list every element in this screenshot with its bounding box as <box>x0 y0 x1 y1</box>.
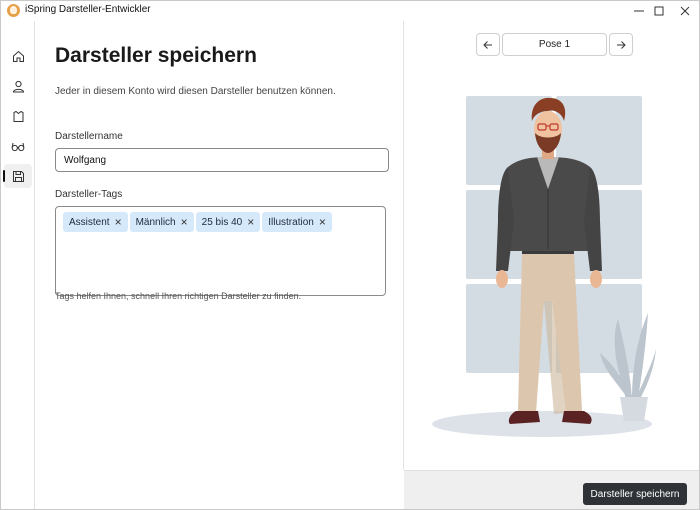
remove-tag-icon[interactable]: × <box>319 216 326 228</box>
tag-label: Assistent <box>69 216 110 228</box>
app-window: iSpring Darsteller-Entwickler Darsteller… <box>0 0 700 510</box>
glasses-icon <box>11 142 25 151</box>
person-icon <box>12 80 24 92</box>
shirt-icon <box>13 110 23 122</box>
character-preview <box>404 81 699 461</box>
sidebar-item-clothing[interactable] <box>4 104 32 128</box>
sidebar-item-person[interactable] <box>4 74 32 98</box>
next-pose-button[interactable] <box>609 33 633 56</box>
remove-tag-icon[interactable]: × <box>181 216 188 228</box>
character-name-input[interactable] <box>55 148 389 172</box>
preview-footer: Darsteller speichern <box>404 470 699 509</box>
sidebar-item-save[interactable] <box>3 164 32 188</box>
arrow-left-icon <box>483 40 492 49</box>
character-illustration <box>432 96 656 437</box>
remove-tag-icon[interactable]: × <box>115 216 122 228</box>
save-form-panel: Darsteller speichern Jeder in diesem Kon… <box>35 21 403 509</box>
tag-chip: 25 bis 40 × <box>195 212 261 232</box>
page-subtitle: Jeder in diesem Konto wird diesen Darste… <box>55 86 336 97</box>
page-title: Darsteller speichern <box>55 44 257 67</box>
tag-label: Männlich <box>135 216 176 228</box>
sidebar-item-accessories[interactable] <box>4 134 32 158</box>
home-icon <box>12 50 24 62</box>
title-bar: iSpring Darsteller-Entwickler <box>1 1 699 21</box>
sidebar <box>1 21 35 509</box>
previous-pose-button[interactable] <box>476 33 500 56</box>
tags-field-label: Darsteller-Tags <box>55 189 123 200</box>
close-icon <box>680 6 690 16</box>
tag-chip: Assistent × <box>63 212 128 232</box>
tags-input[interactable]: Assistent × Männlich × 25 bis 40 × Illus… <box>55 206 386 296</box>
app-logo-icon <box>7 4 20 17</box>
tag-label: Illustration <box>268 216 314 228</box>
close-button[interactable] <box>665 1 699 21</box>
save-icon <box>12 170 24 182</box>
tags-help-text: Tags helfen Ihnen, schnell Ihren richtig… <box>55 291 302 301</box>
save-character-button[interactable]: Darsteller speichern <box>583 483 687 505</box>
arrow-right-icon <box>617 40 626 49</box>
tag-chip: Männlich × <box>129 212 194 232</box>
pose-selector[interactable]: Pose 1 <box>502 33 607 56</box>
remove-tag-icon[interactable]: × <box>247 216 254 228</box>
character-preview-panel: Pose 1 <box>403 21 699 470</box>
name-field-label: Darstellername <box>55 131 123 142</box>
maximize-icon <box>654 6 664 16</box>
window-title: iSpring Darsteller-Entwickler <box>25 4 151 15</box>
tag-chip: Illustration × <box>262 212 332 232</box>
sidebar-item-home[interactable] <box>4 44 32 68</box>
tag-label: 25 bis 40 <box>201 216 243 228</box>
